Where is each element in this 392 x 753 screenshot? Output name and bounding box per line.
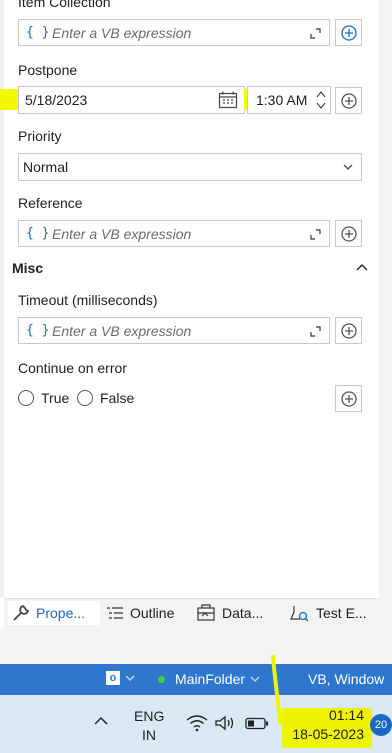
wifi-icon[interactable] <box>186 714 208 732</box>
misc-section-title: Misc <box>12 260 44 276</box>
timeout-placeholder: Enter a VB expression <box>52 323 192 339</box>
battery-icon[interactable] <box>245 717 269 730</box>
notification-count-badge[interactable]: 20 <box>370 714 392 736</box>
radio-false-label: False <box>100 390 135 406</box>
radio-circle[interactable] <box>18 390 34 406</box>
tab-properties[interactable]: Prope... <box>8 601 100 625</box>
postpone-time-value: 1:30 AM <box>256 92 308 108</box>
plus-circle-icon <box>341 323 357 339</box>
vb-brace-icon: { } <box>26 25 50 40</box>
plus-circle-icon <box>341 93 357 109</box>
folder-selector[interactable]: MainFolder <box>158 671 260 687</box>
test-explorer-icon <box>290 606 309 622</box>
priority-value: Normal <box>23 159 69 175</box>
item-collection-placeholder: Enter a VB expression <box>52 25 192 41</box>
priority-select[interactable]: Normal <box>18 153 362 181</box>
tab-data[interactable]: Data... <box>196 601 263 625</box>
office-badge[interactable]: o <box>106 671 135 685</box>
timeout-label: Timeout (milliseconds) <box>18 292 158 308</box>
radio-false[interactable]: False <box>77 388 134 408</box>
tab-outline-label: Outline <box>130 605 175 621</box>
reference-input[interactable]: { } Enter a VB expression <box>18 220 330 247</box>
system-clock[interactable]: 01:14 18-05-2023 <box>286 707 364 742</box>
panel-tab-strip: Prope... Outline Data... Test E... <box>4 598 379 628</box>
show-hidden-icons-chevron-icon[interactable] <box>94 716 108 726</box>
tab-test-explorer-label: Test E... <box>316 605 367 621</box>
chevron-down-icon <box>125 675 135 681</box>
postpone-add-button[interactable] <box>335 87 362 114</box>
calendar-icon[interactable] <box>218 91 238 109</box>
expand-editor-icon[interactable] <box>310 28 321 39</box>
reference-add-button[interactable] <box>335 220 362 247</box>
clock-date: 18-05-2023 <box>292 726 364 742</box>
plus-circle-icon <box>341 226 357 242</box>
plus-circle-icon <box>341 25 357 41</box>
tab-properties-label: Prope... <box>36 605 86 621</box>
vb-brace-icon: { } <box>26 226 50 241</box>
item-collection-input[interactable]: { } Enter a VB expression <box>18 19 330 46</box>
panel-footer-gap <box>0 628 392 664</box>
input-language-code: ENG <box>134 708 165 724</box>
input-region-code: IN <box>142 727 156 743</box>
radio-true[interactable]: True <box>18 388 69 408</box>
timeout-input[interactable]: { } Enter a VB expression <box>18 317 330 344</box>
priority-label: Priority <box>18 128 62 144</box>
volume-icon[interactable] <box>214 714 236 732</box>
postpone-date-value: 5/18/2023 <box>25 92 88 108</box>
chevron-up-icon[interactable] <box>356 263 368 271</box>
postpone-date-input[interactable]: 5/18/2023 <box>18 86 245 114</box>
clock-time: 01:14 <box>328 707 364 723</box>
continue-on-error-label: Continue on error <box>18 360 127 376</box>
radio-true-label: True <box>41 390 70 406</box>
plus-circle-icon <box>341 391 357 407</box>
reference-label: Reference <box>18 195 83 211</box>
item-collection-label: Item Collection <box>18 0 111 10</box>
vb-brace-icon: { } <box>26 323 50 338</box>
expand-editor-icon[interactable] <box>310 229 321 240</box>
misc-section-header[interactable]: Misc <box>12 260 370 280</box>
panel-scroll-edge[interactable] <box>379 0 392 664</box>
data-icon <box>197 604 215 621</box>
wrench-icon <box>13 604 30 621</box>
tab-test-explorer[interactable]: Test E... <box>290 601 367 625</box>
tab-data-label: Data... <box>222 605 264 621</box>
postpone-time-input[interactable]: 1:30 AM <box>247 86 331 114</box>
reference-placeholder: Enter a VB expression <box>52 226 192 242</box>
item-collection-add-button[interactable] <box>335 19 362 46</box>
language-indicator[interactable]: VB, Window <box>308 671 384 687</box>
chevron-down-icon <box>343 164 353 170</box>
expand-editor-icon[interactable] <box>310 326 321 337</box>
continue-on-error-add-button[interactable] <box>335 385 362 412</box>
status-bar: o MainFolder VB, Window <box>0 664 392 695</box>
timeout-add-button[interactable] <box>335 317 362 344</box>
online-status-dot <box>158 675 165 683</box>
office-icon: o <box>106 671 120 685</box>
folder-name: MainFolder <box>175 671 246 687</box>
tab-outline[interactable]: Outline <box>106 601 174 625</box>
input-language[interactable]: ENG IN <box>134 708 164 743</box>
postpone-label: Postpone <box>18 62 78 78</box>
time-spinner-icon[interactable] <box>315 89 327 111</box>
outline-icon <box>107 607 123 619</box>
chevron-down-icon <box>250 676 260 682</box>
radio-circle[interactable] <box>77 390 93 406</box>
